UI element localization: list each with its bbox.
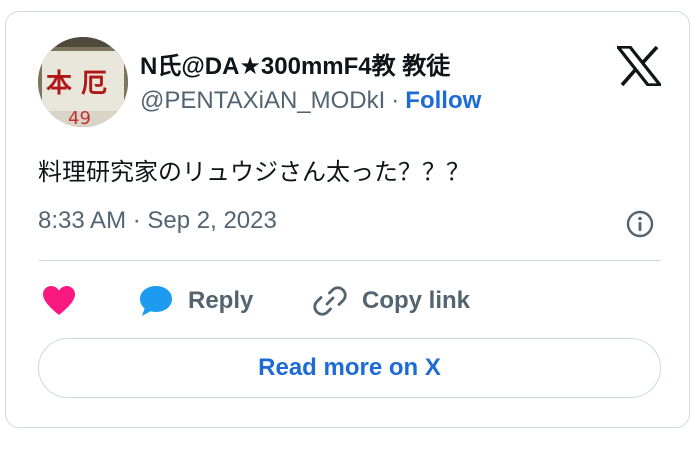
author-handle-row: @PENTAXiAN_MODkI · Follow	[140, 87, 481, 115]
info-icon[interactable]	[625, 209, 655, 239]
tweet-text: 料理研究家のリュウジさん太った？？？	[38, 159, 470, 186]
avatar[interactable]: 本 厄 49	[38, 37, 128, 127]
avatar-number: 49	[68, 108, 91, 127]
reply-button[interactable]: Reply	[138, 282, 253, 320]
separator-dot: ·	[391, 87, 400, 114]
tweet-timestamp[interactable]: 8:33 AM · Sep 2, 2023	[38, 207, 277, 235]
avatar-text: 本 厄	[46, 69, 107, 99]
read-more-button[interactable]: Read more on X	[38, 338, 661, 398]
divider	[38, 260, 661, 261]
author-handle[interactable]: @PENTAXiAN_MODkI	[140, 87, 385, 114]
like-button[interactable]	[42, 282, 76, 320]
copy-link-label: Copy link	[362, 287, 471, 314]
follow-button[interactable]: Follow	[405, 87, 481, 114]
author-display-name[interactable]: N氏@DA★300mmF4教 教徒	[140, 46, 450, 81]
speech-bubble-icon	[140, 286, 172, 316]
link-icon	[313, 286, 347, 316]
x-logo-icon[interactable]	[614, 45, 664, 87]
copy-link-button[interactable]: Copy link	[312, 282, 470, 320]
tweet-card: 本 厄 49 N氏@DA★300mmF4教 教徒 @PENTAXiAN_MODk…	[5, 11, 690, 428]
reply-label: Reply	[188, 287, 254, 314]
avatar-image: 本 厄 49	[38, 37, 128, 127]
heart-icon	[43, 286, 75, 315]
